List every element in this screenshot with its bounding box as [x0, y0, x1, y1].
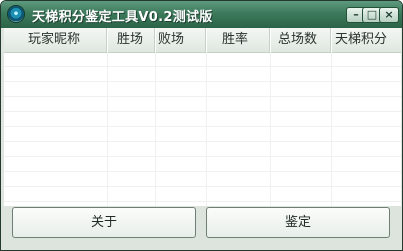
identify-button[interactable]: 鉴定: [206, 207, 390, 238]
empty-row: [4, 82, 401, 97]
empty-row: [4, 52, 401, 67]
empty-row: [4, 157, 401, 172]
empty-row: [4, 67, 401, 82]
close-button[interactable]: ×: [379, 7, 399, 23]
empty-row: [4, 97, 401, 112]
empty-row: [4, 142, 401, 157]
column-header-ladder-score[interactable]: 天梯积分: [331, 28, 401, 52]
empty-row: [4, 127, 401, 142]
about-button[interactable]: 关于: [12, 207, 196, 238]
empty-row: [4, 187, 401, 202]
app-icon: [8, 6, 24, 22]
window-title: 天梯积分鉴定工具V0.2测试版: [32, 10, 213, 25]
title-bar[interactable]: 天梯积分鉴定工具V0.2测试版 – □ ×: [1, 1, 402, 28]
empty-row: [4, 112, 401, 127]
column-header-losses[interactable]: 败场: [155, 28, 208, 52]
results-list[interactable]: 玩家昵称 胜场 败场 胜率 总场数 天梯积分: [4, 28, 401, 206]
list-header: 玩家昵称 胜场 败场 胜率 总场数 天梯积分: [4, 28, 401, 53]
column-header-total-games[interactable]: 总场数: [270, 28, 338, 52]
column-header-player-name[interactable]: 玩家昵称: [28, 28, 108, 52]
empty-row: [4, 172, 401, 187]
app-window: 天梯积分鉴定工具V0.2测试版 – □ × 玩家昵称 胜场 败场 胜率 总场数 …: [0, 0, 403, 251]
